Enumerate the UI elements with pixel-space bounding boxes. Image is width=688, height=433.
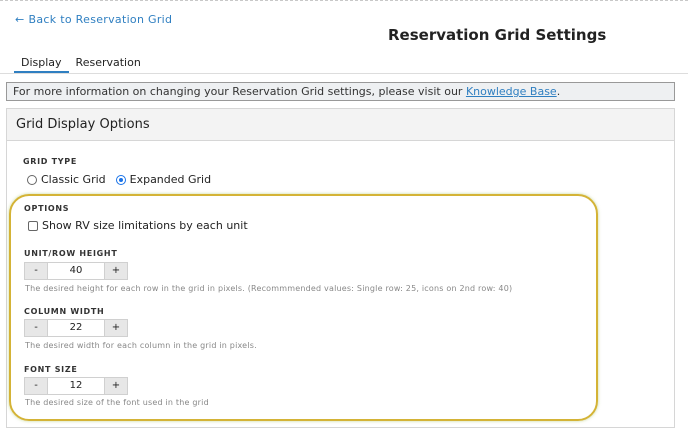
back-link-label: Back to Reservation Grid (28, 13, 173, 26)
classic-grid-radio[interactable] (27, 174, 37, 185)
expanded-grid-label[interactable]: Expanded Grid (130, 173, 211, 186)
classic-grid-label[interactable]: Classic Grid (41, 173, 106, 186)
info-suffix: . (556, 85, 561, 98)
options-label: OPTIONS (24, 204, 70, 213)
column-width-increment-button[interactable]: + (104, 319, 128, 337)
back-to-grid-link[interactable]: ← Back to Reservation Grid (15, 13, 172, 26)
unit-row-height-input[interactable]: 40 (48, 262, 104, 280)
font-size-label: FONT SIZE (24, 365, 78, 374)
settings-tabs: Display Reservation (14, 53, 148, 73)
knowledge-base-link[interactable]: Knowledge Base (466, 85, 557, 98)
font-size-increment-button[interactable]: + (104, 377, 128, 395)
grid-display-options-panel: Grid Display Options GRID TYPE Classic G… (6, 108, 675, 428)
column-width-decrement-button[interactable]: - (24, 319, 48, 337)
unit-row-height-stepper: - 40 + (24, 262, 128, 280)
tab-reservation[interactable]: Reservation (69, 53, 148, 73)
font-size-help: The desired size of the font used in the… (25, 398, 209, 407)
unit-row-height-increment-button[interactable]: + (104, 262, 128, 280)
arrow-left-icon: ← (15, 13, 25, 26)
column-width-input[interactable]: 22 (48, 319, 104, 337)
unit-row-height-decrement-button[interactable]: - (24, 262, 48, 280)
font-size-stepper: - 12 + (24, 377, 128, 395)
show-rv-checkbox[interactable] (28, 220, 38, 231)
column-width-stepper: - 22 + (24, 319, 128, 337)
show-rv-label[interactable]: Show RV size limitations by each unit (42, 219, 248, 232)
tab-display[interactable]: Display (14, 53, 69, 73)
grid-type-radio-group: Classic Grid Expanded Grid (27, 173, 221, 186)
info-banner: For more information on changing your Re… (6, 82, 675, 101)
font-size-input[interactable]: 12 (48, 377, 104, 395)
show-rv-option: Show RV size limitations by each unit (28, 219, 248, 232)
unit-row-height-help: The desired height for each row in the g… (25, 284, 513, 293)
unit-row-height-label: UNIT/ROW HEIGHT (24, 249, 118, 258)
top-divider (0, 0, 688, 4)
column-width-label: COLUMN WIDTH (24, 307, 105, 316)
grid-type-label: GRID TYPE (23, 157, 78, 166)
info-text: For more information on changing your Re… (13, 85, 466, 98)
tabs-divider (0, 73, 688, 74)
page-title: Reservation Grid Settings (388, 26, 607, 44)
column-width-help: The desired width for each column in the… (25, 341, 257, 350)
font-size-decrement-button[interactable]: - (24, 377, 48, 395)
panel-title: Grid Display Options (7, 109, 674, 141)
expanded-grid-radio[interactable] (115, 174, 126, 185)
